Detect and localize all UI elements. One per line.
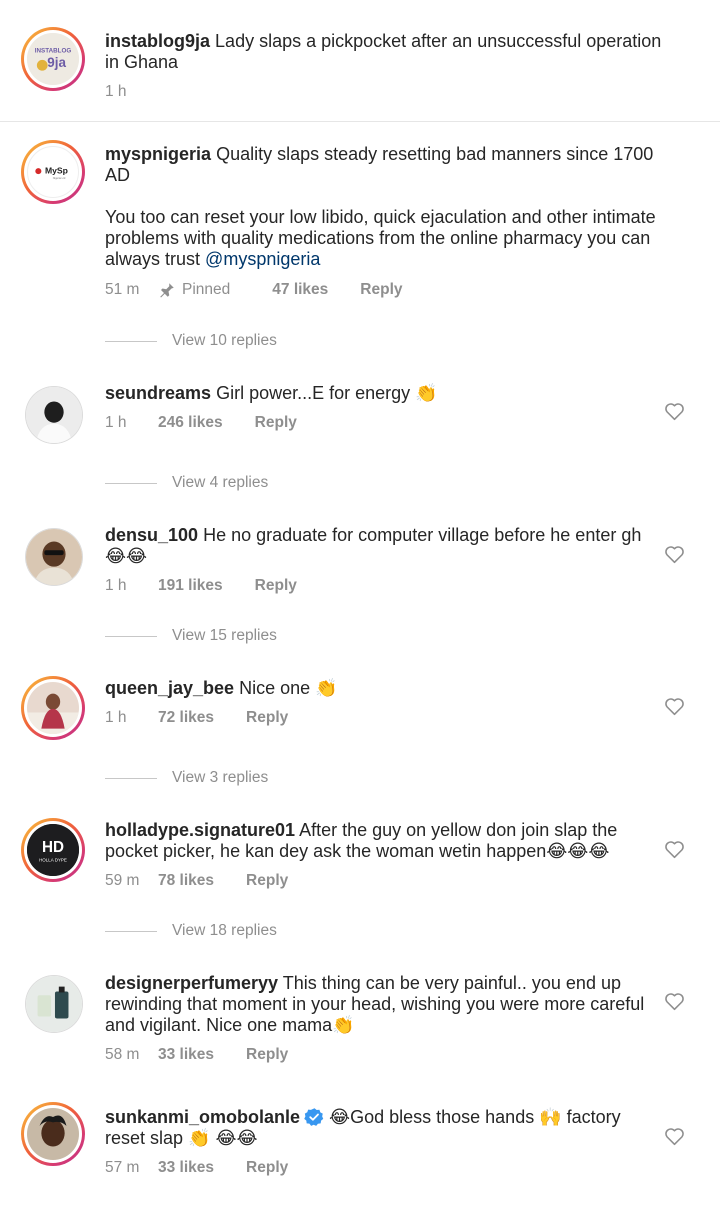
mention-link[interactable]: @myspnigeria <box>205 249 320 269</box>
pinned-username[interactable]: myspnigeria <box>105 144 211 164</box>
avatar-seundreams[interactable] <box>25 386 83 444</box>
comment-text: seundreams Girl power...E for energy 👏 <box>105 383 665 404</box>
comment-username[interactable]: densu_100 <box>105 525 198 545</box>
user-photo-icon <box>26 387 82 443</box>
reply-button[interactable]: Reply <box>255 577 297 595</box>
divider-line <box>105 777 157 779</box>
view-replies-button[interactable]: View 4 replies <box>105 474 268 492</box>
like-heart-icon[interactable] <box>664 401 685 421</box>
caption-text: instablog9ja Lady slaps a pickpocket aft… <box>105 31 665 73</box>
reply-button[interactable]: Reply <box>255 414 297 432</box>
comment-body: Girl power...E for energy 👏 <box>216 383 438 403</box>
svg-text:MySp: MySp <box>45 166 68 176</box>
comment-meta: 58 m 33 likes Reply <box>105 1046 288 1064</box>
divider-line <box>105 930 157 932</box>
instablog-logo-icon: INSTABLOG 9ja <box>27 33 79 85</box>
comment-time: 1 h <box>105 577 127 594</box>
view-replies-label[interactable]: View 18 replies <box>172 922 277 940</box>
comment-text: holladype.signature01 After the guy on y… <box>105 820 665 862</box>
user-photo-icon <box>27 1108 79 1160</box>
comment-username[interactable]: sunkanmi_omobolanle <box>105 1107 300 1127</box>
avatar-sunkanmi_omobolanle[interactable] <box>21 1102 85 1166</box>
perfume-photo-icon <box>26 976 82 1032</box>
pinned-reply-button[interactable]: Reply <box>360 281 402 299</box>
like-heart-icon[interactable] <box>664 1126 685 1146</box>
like-heart-icon[interactable] <box>664 544 685 564</box>
user-photo-icon <box>26 529 82 585</box>
pinned-body-paragraph: You too can reset your low libido, quick… <box>105 207 665 270</box>
view-replies-label[interactable]: View 3 replies <box>172 769 268 787</box>
pinned-label: Pinned <box>182 281 231 298</box>
pin-icon <box>160 283 174 298</box>
avatar-myspnigeria[interactable]: MySp Nigeria Ltd <box>21 140 85 204</box>
view-replies-label[interactable]: View 15 replies <box>172 627 277 645</box>
svg-text:INSTABLOG: INSTABLOG <box>35 48 72 55</box>
divider-line <box>105 482 157 484</box>
avatar-designerperfumeryy[interactable] <box>25 975 83 1033</box>
comment-body: Nice one 👏 <box>239 678 338 698</box>
reply-button[interactable]: Reply <box>246 1159 288 1177</box>
reply-button[interactable]: Reply <box>246 709 288 727</box>
svg-text:Nigeria Ltd: Nigeria Ltd <box>53 176 66 180</box>
caption-time: 1 h <box>105 83 127 100</box>
holla-dype-logo-icon: HD HOLLA DYPE <box>27 824 79 876</box>
pinned-comment-text: myspnigeria Quality slaps steady resetti… <box>105 144 665 270</box>
comment-meta: 1 h 72 likes Reply <box>105 709 288 727</box>
view-replies-label[interactable]: View 10 replies <box>172 332 277 350</box>
like-heart-icon[interactable] <box>664 991 685 1011</box>
comment-likes[interactable]: 33 likes <box>158 1046 214 1064</box>
divider-line <box>105 635 157 637</box>
comment-time: 1 h <box>105 414 127 431</box>
comment-likes[interactable]: 191 likes <box>158 577 223 595</box>
pinned-meta: 51 m Pinned 47 likes Reply <box>105 281 403 299</box>
view-replies-button[interactable]: View 15 replies <box>105 627 277 645</box>
view-replies-label[interactable]: View 4 replies <box>172 474 268 492</box>
comment-text: queen_jay_bee Nice one 👏 <box>105 678 665 699</box>
comment-username[interactable]: designerperfumeryy <box>105 973 278 993</box>
reply-button[interactable]: Reply <box>246 872 288 890</box>
pinned-body-2: You too can reset your low libido, quick… <box>105 207 656 269</box>
svg-text:HOLLA DYPE: HOLLA DYPE <box>39 858 67 863</box>
comment-time: 59 m <box>105 872 140 889</box>
comment-time: 57 m <box>105 1159 140 1176</box>
pinned-likes[interactable]: 47 likes <box>272 281 328 299</box>
svg-text:HD: HD <box>42 839 64 856</box>
pinned-badge: Pinned <box>158 281 230 299</box>
comment-likes[interactable]: 33 likes <box>158 1159 214 1177</box>
caption-meta: 1 h <box>105 83 127 101</box>
comment-username[interactable]: seundreams <box>105 383 211 403</box>
view-replies-button[interactable]: View 3 replies <box>105 769 268 787</box>
comment-text: densu_100 He no graduate for computer vi… <box>105 525 665 567</box>
mysp-logo-icon: MySp Nigeria Ltd <box>35 166 68 180</box>
view-replies-button[interactable]: View 10 replies <box>105 332 277 350</box>
caption-username[interactable]: instablog9ja <box>105 31 210 51</box>
comment-likes[interactable]: 78 likes <box>158 872 214 890</box>
avatar-holladype[interactable]: HD HOLLA DYPE <box>21 818 85 882</box>
comment-meta: 1 h 246 likes Reply <box>105 414 297 432</box>
like-heart-icon[interactable] <box>664 839 685 859</box>
pinned-time: 51 m <box>105 281 140 298</box>
verified-badge-icon <box>304 1108 324 1126</box>
comment-time: 58 m <box>105 1046 140 1063</box>
comment-username[interactable]: holladype.signature01 <box>105 820 295 840</box>
svg-text:9ja: 9ja <box>47 55 66 70</box>
comment-meta: 1 h 191 likes Reply <box>105 577 297 595</box>
avatar-queen_jay_bee[interactable] <box>21 676 85 740</box>
post-caption: INSTABLOG 9ja instablog9ja Lady slaps a … <box>0 0 720 122</box>
reply-button[interactable]: Reply <box>246 1046 288 1064</box>
comment-time: 1 h <box>105 709 127 726</box>
comment-likes[interactable]: 246 likes <box>158 414 223 432</box>
user-photo-icon <box>27 682 79 734</box>
avatar-densu_100[interactable] <box>25 528 83 586</box>
like-heart-icon[interactable] <box>664 696 685 716</box>
comment-text: designerperfumeryy This thing can be ver… <box>105 973 665 1036</box>
divider-line <box>105 340 157 342</box>
comment-likes[interactable]: 72 likes <box>158 709 214 727</box>
comment-meta: 57 m 33 likes Reply <box>105 1159 288 1177</box>
view-replies-button[interactable]: View 18 replies <box>105 922 277 940</box>
avatar-instablog9ja[interactable]: INSTABLOG 9ja <box>21 27 85 91</box>
comment-text: sunkanmi_omobolanle 😂God bless those han… <box>105 1107 665 1149</box>
comment-meta: 59 m 78 likes Reply <box>105 872 288 890</box>
comment-username[interactable]: queen_jay_bee <box>105 678 234 698</box>
